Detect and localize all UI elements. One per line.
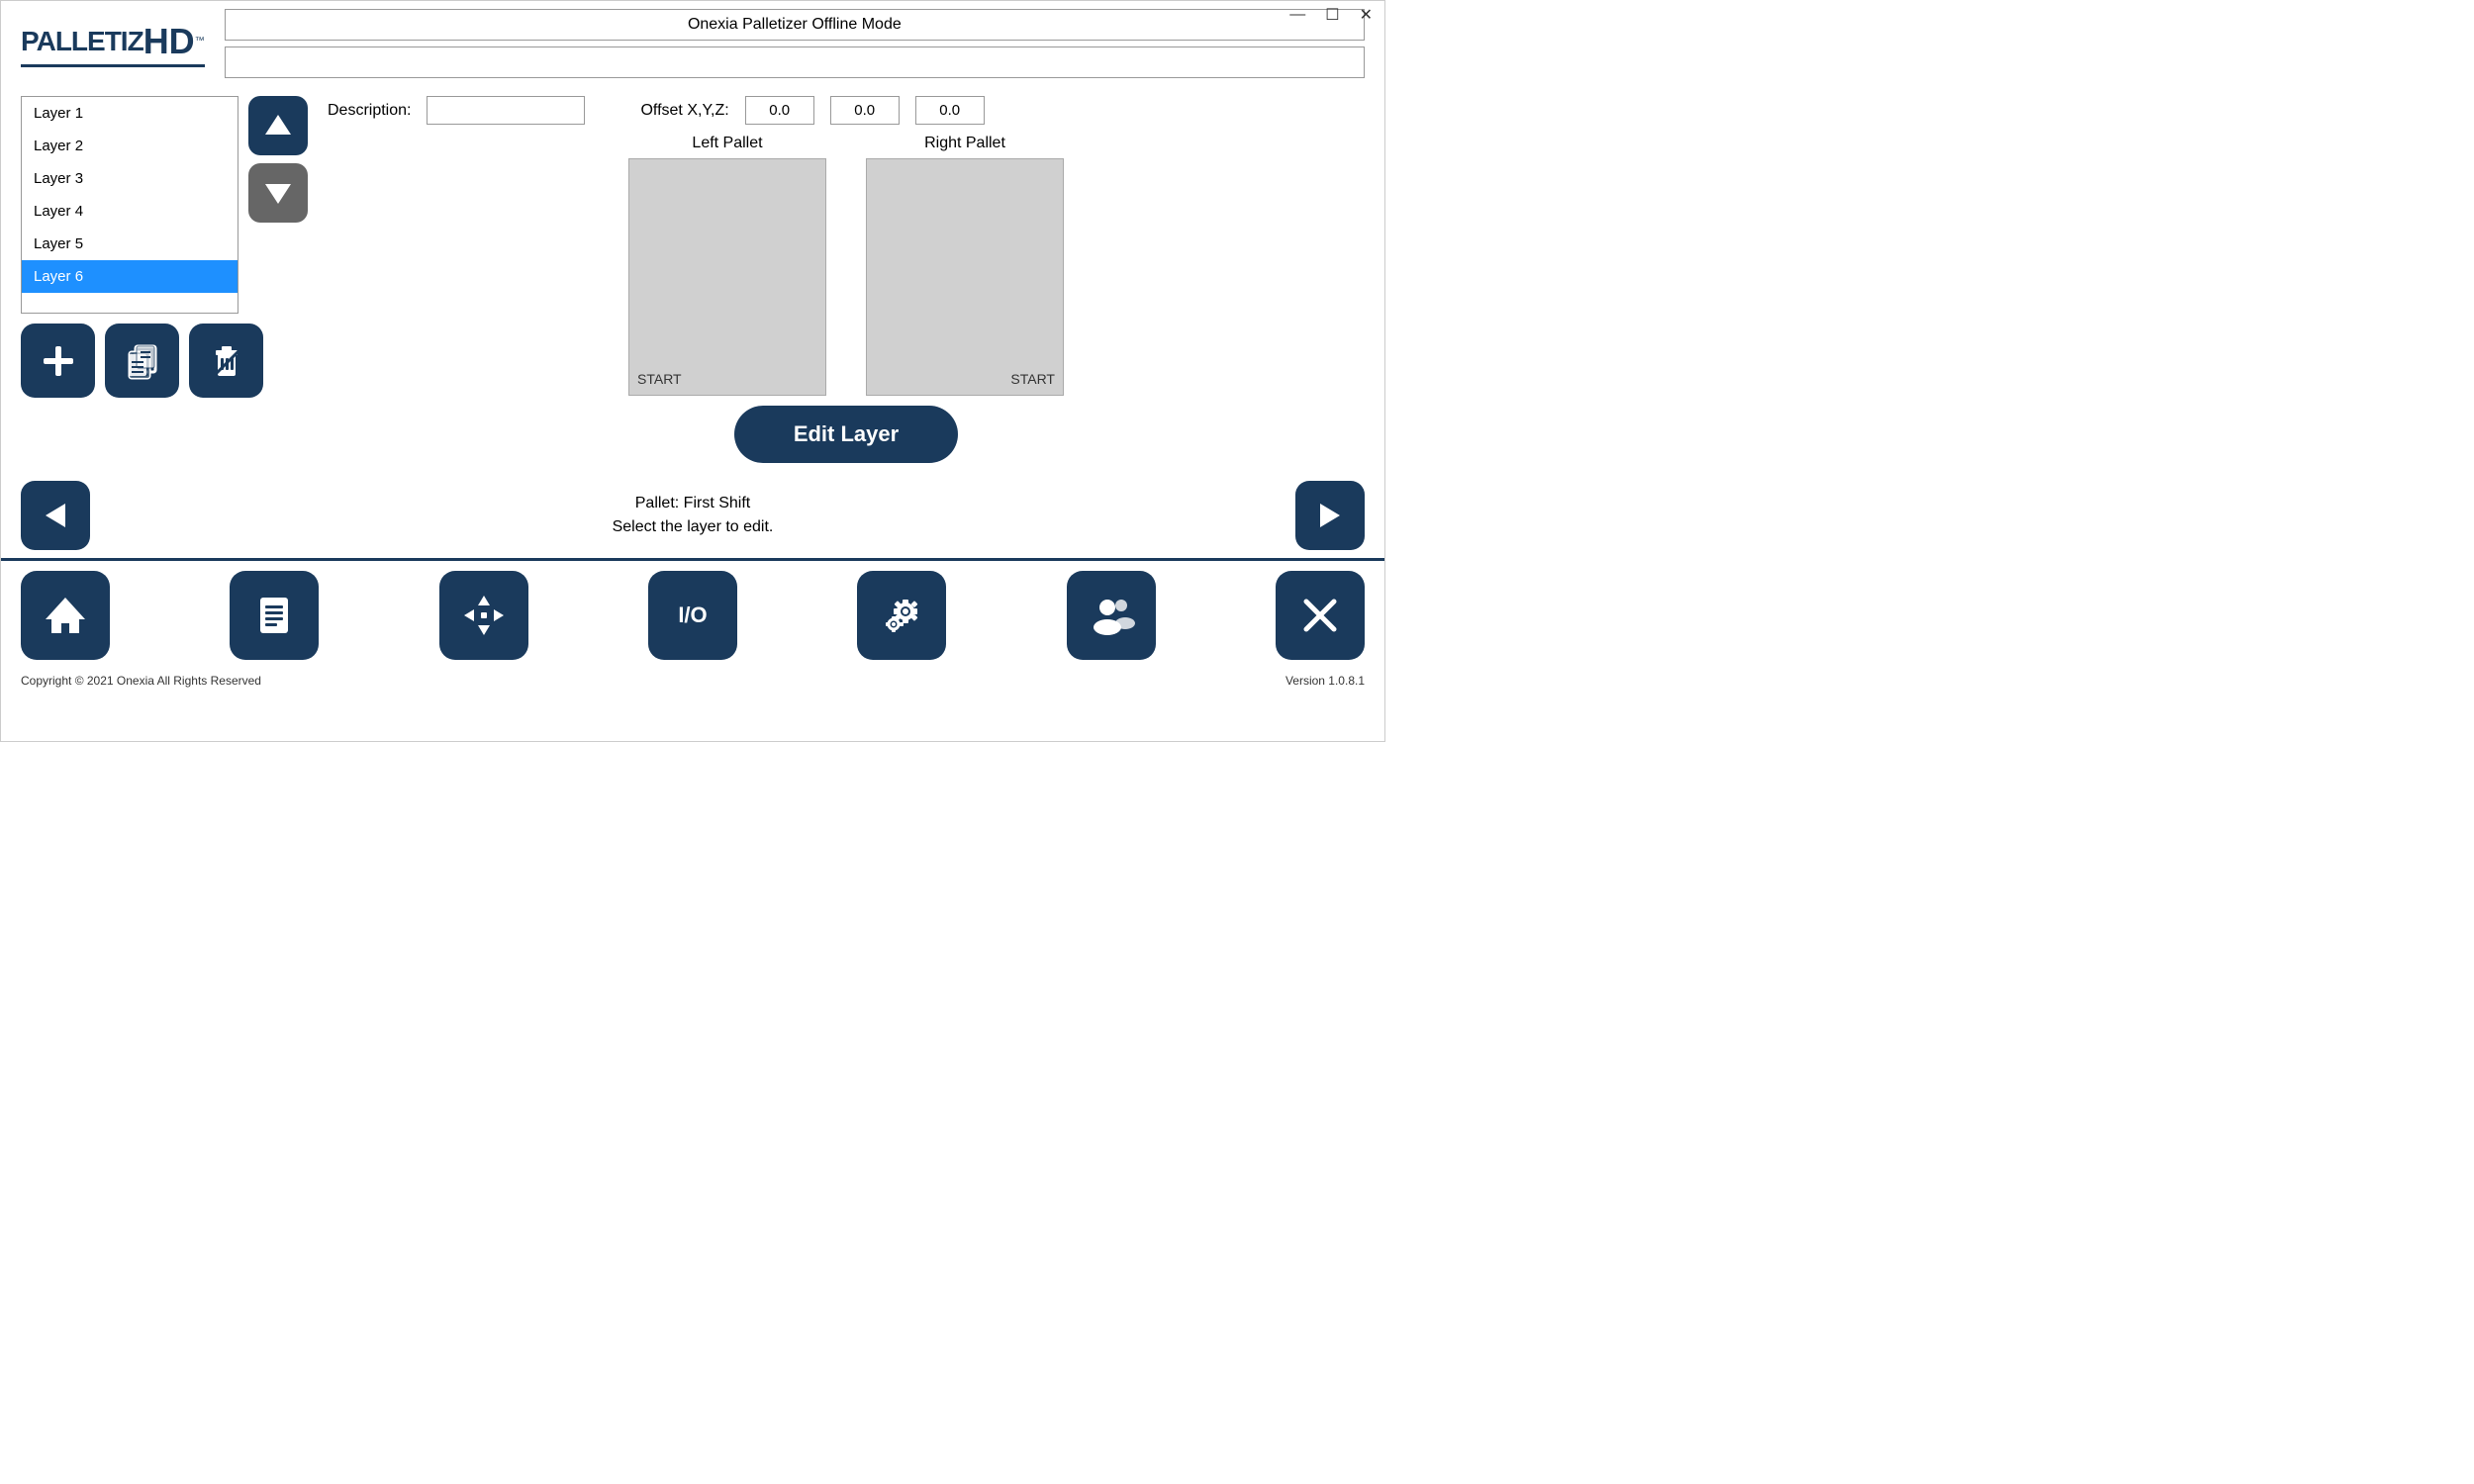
pallets-row: Left Pallet START Right Pallet START bbox=[328, 135, 1365, 396]
description-row: Description: Offset X,Y,Z: bbox=[328, 96, 1365, 125]
layer-list: Layer 1 Layer 2 Layer 3 Layer 4 Layer 5 … bbox=[21, 96, 238, 314]
move-down-button[interactable] bbox=[248, 163, 308, 223]
layer-item[interactable]: Layer 1 bbox=[22, 97, 238, 130]
delete-layer-button[interactable] bbox=[189, 324, 263, 398]
header-inputs bbox=[225, 9, 1365, 78]
left-pallet-start: START bbox=[637, 371, 682, 387]
left-pallet-canvas[interactable]: START bbox=[628, 158, 826, 396]
left-pallet-col: Left Pallet START bbox=[628, 135, 826, 396]
logo: PALLETIZHD™ bbox=[21, 21, 205, 67]
action-buttons bbox=[21, 324, 308, 398]
window-close-button[interactable]: ✕ bbox=[1356, 5, 1377, 25]
description-label: Description: bbox=[328, 102, 411, 120]
header: PALLETIZHD™ bbox=[1, 1, 1384, 86]
minimize-button[interactable]: — bbox=[1285, 5, 1309, 25]
left-panel: Layer 1 Layer 2 Layer 3 Layer 4 Layer 5 … bbox=[21, 96, 308, 463]
add-layer-button[interactable] bbox=[21, 324, 95, 398]
right-panel: Description: Offset X,Y,Z: Left Pallet S… bbox=[328, 96, 1365, 463]
offset-x-input[interactable] bbox=[745, 96, 814, 125]
copy-layer-button[interactable] bbox=[105, 324, 179, 398]
layer-section: Layer 1 Layer 2 Layer 3 Layer 4 Layer 5 … bbox=[21, 96, 308, 314]
bottom-toolbar: I/O bbox=[1, 558, 1384, 670]
edit-layer-row: Edit Layer bbox=[328, 406, 1365, 463]
layer-item[interactable]: Layer 4 bbox=[22, 195, 238, 228]
main-content: Layer 1 Layer 2 Layer 3 Layer 4 Layer 5 … bbox=[1, 86, 1384, 473]
users-button[interactable] bbox=[1067, 571, 1156, 660]
layer-item[interactable]: Layer 3 bbox=[22, 162, 238, 195]
nav-center-text: Pallet: First Shift Select the layer to … bbox=[90, 492, 1295, 539]
settings-button[interactable] bbox=[857, 571, 946, 660]
right-pallet-label: Right Pallet bbox=[924, 135, 1005, 152]
home-button[interactable] bbox=[21, 571, 110, 660]
io-label: I/O bbox=[678, 603, 707, 628]
layer-item[interactable]: Layer 2 bbox=[22, 130, 238, 162]
footer: Copyright © 2021 Onexia All Rights Reser… bbox=[1, 670, 1384, 692]
right-pallet-col: Right Pallet START bbox=[866, 135, 1064, 396]
arrow-buttons bbox=[248, 96, 308, 223]
layer-item-selected[interactable]: Layer 6 bbox=[22, 260, 238, 293]
nav-line2: Select the layer to edit. bbox=[90, 515, 1295, 539]
nav-line1: Pallet: First Shift bbox=[90, 492, 1295, 515]
back-button[interactable] bbox=[21, 481, 90, 550]
left-pallet-label: Left Pallet bbox=[692, 135, 762, 152]
move-up-button[interactable] bbox=[248, 96, 308, 155]
offset-z-input[interactable] bbox=[915, 96, 985, 125]
description-input[interactable] bbox=[427, 96, 585, 125]
maximize-button[interactable]: ☐ bbox=[1321, 5, 1343, 25]
edit-layer-button[interactable]: Edit Layer bbox=[734, 406, 958, 463]
subtitle-input[interactable] bbox=[225, 46, 1365, 78]
nav-row: Pallet: First Shift Select the layer to … bbox=[1, 473, 1384, 558]
right-pallet-canvas[interactable]: START bbox=[866, 158, 1064, 396]
logo-text: PALLETIZ bbox=[21, 26, 143, 57]
version: Version 1.0.8.1 bbox=[1285, 674, 1365, 688]
copyright: Copyright © 2021 Onexia All Rights Reser… bbox=[21, 674, 261, 688]
title-input[interactable] bbox=[225, 9, 1365, 41]
document-button[interactable] bbox=[230, 571, 319, 660]
logo-underline bbox=[21, 64, 205, 67]
right-pallet-start: START bbox=[1010, 371, 1055, 387]
logo-hd: HD bbox=[143, 21, 195, 62]
layer-item[interactable]: Layer 5 bbox=[22, 228, 238, 260]
offset-y-input[interactable] bbox=[830, 96, 900, 125]
io-button[interactable]: I/O bbox=[648, 571, 737, 660]
close-button[interactable] bbox=[1276, 571, 1365, 660]
move-button[interactable] bbox=[439, 571, 528, 660]
offset-label: Offset X,Y,Z: bbox=[640, 102, 728, 120]
forward-button[interactable] bbox=[1295, 481, 1365, 550]
logo-tm: ™ bbox=[195, 36, 205, 46]
